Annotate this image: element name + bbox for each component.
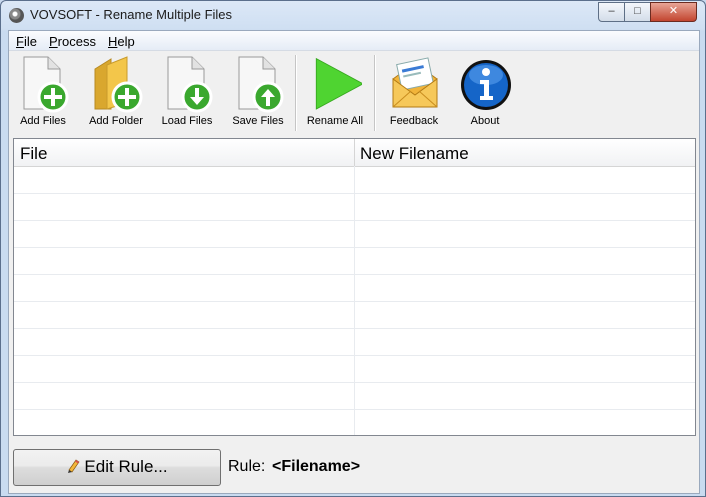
add-folder-button[interactable]: Add Folder [83,53,149,133]
feedback-label: Feedback [389,115,439,127]
grid-row-line [14,382,695,383]
menu-process[interactable]: Process [49,34,96,49]
app-window: VOVSOFT - Rename Multiple Files – □ ✕ Fi… [0,0,706,497]
edit-rule-label: Edit Rule... [84,457,168,476]
add-files-icon [23,56,69,113]
rename-all-label: Rename All [306,115,364,127]
app-icon [9,8,24,23]
grid-row-line [14,220,695,221]
maximize-button[interactable]: □ [624,2,651,22]
add-folder-label: Add Folder [89,115,143,127]
column-header-file[interactable]: File [20,144,47,164]
about-label: About [470,115,500,127]
rule-value: <Filename> [272,458,361,475]
play-icon [315,57,362,110]
menu-help-rest: elp [117,34,135,49]
client-area: File Process Help Add Files Add Folder L… [8,30,700,494]
menu-help-accel: H [108,34,118,49]
grid-header: File New Filename [14,139,695,167]
menu-file[interactable]: File [16,34,37,49]
add-folder-icon [94,56,143,113]
menu-file-accel: F [16,34,24,49]
about-button[interactable]: About [452,53,518,133]
close-button[interactable]: ✕ [650,2,697,22]
grid-row-line [14,247,695,248]
grid-row-line [14,328,695,329]
grid-row-line [14,355,695,356]
load-files-label: Load Files [161,115,213,127]
info-icon [461,60,511,110]
window-title: VOVSOFT - Rename Multiple Files [30,7,233,22]
save-files-label: Save Files [232,115,284,127]
feedback-button[interactable]: Feedback [381,53,447,133]
rule-label: Rule: [228,458,266,475]
grid-row-line [14,193,695,194]
title-bar[interactable]: VOVSOFT - Rename Multiple Files – □ ✕ [1,1,705,30]
pencil-icon [68,459,80,473]
grid-row-line [14,274,695,275]
toolbar: Add Files Add Folder Load Files Save Fil… [9,51,699,135]
menu-bar: File Process Help [9,31,699,51]
load-files-icon [167,56,213,113]
menu-help[interactable]: Help [108,34,135,49]
menu-file-rest: ile [23,34,37,49]
mail-icon [392,57,438,108]
save-files-icon [238,56,284,113]
add-files-label: Add Files [20,115,66,127]
minimize-button[interactable]: – [598,2,625,22]
file-list-grid[interactable]: File New Filename [13,138,696,436]
grid-row-line [14,409,695,410]
add-files-button[interactable]: Add Files [10,53,76,133]
menu-process-rest: rocess [57,34,96,49]
column-header-new-filename[interactable]: New Filename [360,144,469,164]
save-files-button[interactable]: Save Files [225,53,291,133]
load-files-button[interactable]: Load Files [154,53,220,133]
grid-row-line [14,301,695,302]
column-divider[interactable] [354,139,355,166]
menu-process-accel: P [49,34,58,49]
edit-rule-button[interactable]: Edit Rule... [13,449,221,486]
rename-all-button[interactable]: Rename All [302,53,368,133]
